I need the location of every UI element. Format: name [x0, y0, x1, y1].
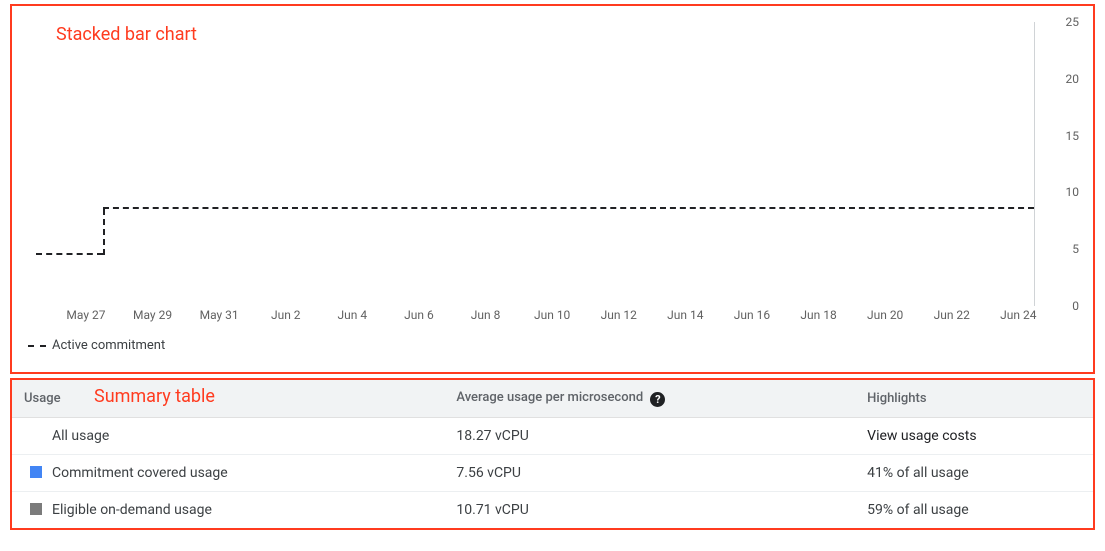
bar-slot: [302, 22, 335, 306]
bar-slot: [602, 22, 635, 306]
cell-highlights[interactable]: View usage costs: [855, 418, 1093, 455]
legend-active-commitment: Active commitment: [28, 338, 1083, 353]
bar-slot: [768, 22, 801, 306]
bar-slot: [901, 22, 934, 306]
y-tick: 5: [1072, 242, 1079, 256]
cell-avg: 18.27 vCPU: [444, 418, 855, 455]
usage-label: All usage: [52, 428, 109, 444]
y-tick: 15: [1066, 129, 1080, 143]
bar-slot: [369, 22, 402, 306]
help-icon[interactable]: ?: [650, 392, 665, 407]
x-tick: Jun 2: [271, 308, 301, 322]
x-tick: Jun 16: [734, 308, 770, 322]
x-tick: May 27: [66, 308, 105, 322]
y-axis-ticks: 0510152025: [1039, 22, 1083, 306]
bar-slot: [701, 22, 734, 306]
cell-avg: 10.71 vCPU: [444, 492, 855, 529]
x-tick: Jun 10: [534, 308, 570, 322]
bar-slot: [934, 22, 967, 306]
cell-usage: Commitment covered usage: [12, 455, 444, 492]
annotation-table: Summary table: [94, 386, 215, 407]
y-tick: 10: [1066, 185, 1080, 199]
bar-slot: [468, 22, 501, 306]
stacked-bar-chart: 0 5 10 15 20 25 May 27 May 29 May 31 Jun 2 Jun 4 J…: [22, 14, 1083, 334]
table-row: All usage 18.27 vCPU View usage costs: [12, 418, 1093, 455]
bar-slot: [967, 22, 1000, 306]
bar-slot: [568, 22, 601, 306]
legend-label: Active commitment: [52, 338, 165, 353]
color-swatch: [30, 503, 42, 515]
dash-icon: [28, 345, 46, 347]
bar-slot: [335, 22, 368, 306]
table-row: Commitment covered usage 7.56 vCPU41% of …: [12, 455, 1093, 492]
x-tick: Jun 12: [601, 308, 637, 322]
y-tick: 20: [1066, 72, 1080, 86]
view-usage-costs-link[interactable]: View usage costs: [867, 428, 976, 444]
bar-slot: [502, 22, 535, 306]
bar-slot: [202, 22, 235, 306]
bar-slot: [269, 22, 302, 306]
bar-slot: [402, 22, 435, 306]
col-header-usage: Usage: [12, 380, 444, 418]
cell-usage: All usage: [12, 418, 444, 455]
bar-slot: [69, 22, 102, 306]
bar-slot: [635, 22, 668, 306]
x-tick: Jun 20: [867, 308, 903, 322]
x-tick: Jun 14: [667, 308, 703, 322]
x-tick: Jun 4: [338, 308, 368, 322]
x-tick: Jun 22: [934, 308, 970, 322]
x-tick: Jun 8: [471, 308, 501, 322]
summary-table-panel: Summary table Usage Average usage per mi…: [10, 378, 1095, 530]
bar-slot: [36, 22, 69, 306]
usage-label: Commitment covered usage: [52, 465, 228, 481]
bar-slot: [535, 22, 568, 306]
col-header-avg-label: Average usage per microsecond: [456, 390, 643, 405]
bar-slot: [236, 22, 269, 306]
usage-label: Eligible on-demand usage: [52, 502, 212, 518]
bar-slot: [1001, 22, 1034, 306]
cell-highlights: 59% of all usage: [855, 492, 1093, 529]
col-header-avg: Average usage per microsecond ?: [444, 380, 855, 418]
bar-slot: [169, 22, 202, 306]
bar-slot: [668, 22, 701, 306]
y-tick: 25: [1066, 15, 1080, 29]
bar-slot: [103, 22, 136, 306]
x-tick: May 31: [200, 308, 239, 322]
col-header-highlights: Highlights: [855, 380, 1093, 418]
cell-usage: Eligible on-demand usage: [12, 492, 444, 529]
bar-slot: [735, 22, 768, 306]
x-tick: May 29: [133, 308, 172, 322]
cell-highlights: 41% of all usage: [855, 455, 1093, 492]
bar-slot: [868, 22, 901, 306]
bar-slot: [834, 22, 867, 306]
bar-slot: [136, 22, 169, 306]
x-tick: Jun 18: [800, 308, 836, 322]
x-tick: Jun 6: [404, 308, 434, 322]
chart-panel: Stacked bar chart 0510152025 May 27May 2…: [10, 4, 1095, 374]
table-row: Eligible on-demand usage 10.71 vCPU59% of…: [12, 492, 1093, 529]
bar-slot: [801, 22, 834, 306]
color-swatch: [30, 466, 42, 478]
cell-avg: 7.56 vCPU: [444, 455, 855, 492]
x-axis-labels: May 27 May 29 May 31 Jun 2 Jun 4 Jun 6 Jun 8 Ju…: [36, 308, 1035, 326]
bar-slot: [435, 22, 468, 306]
y-tick: 0: [1072, 299, 1079, 313]
x-tick: Jun 24: [1000, 308, 1036, 322]
